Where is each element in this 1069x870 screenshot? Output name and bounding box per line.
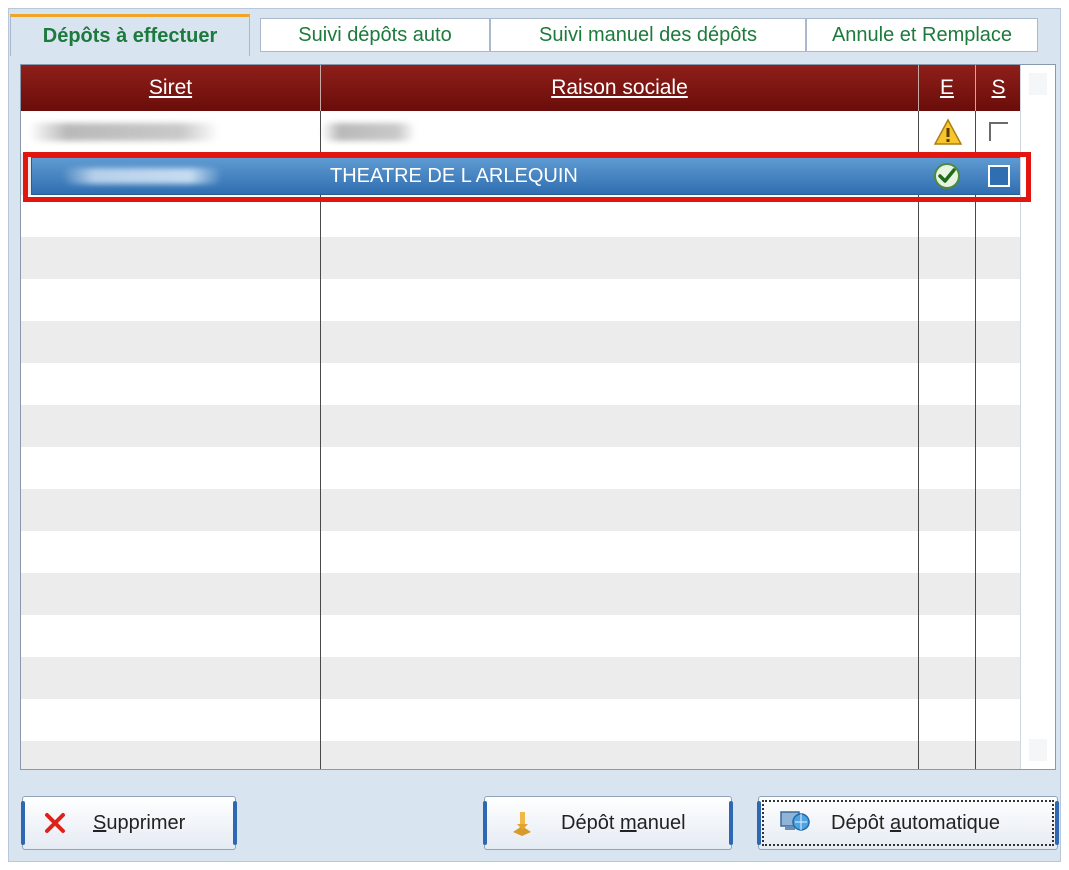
button-edge	[233, 801, 237, 845]
tab-annule-et-remplace[interactable]: Annule et Remplace	[806, 18, 1038, 52]
button-edge	[1055, 801, 1059, 845]
s-checkbox-cell[interactable]	[988, 165, 1010, 187]
check-ok-icon	[934, 163, 960, 189]
table-row[interactable]	[21, 111, 1021, 153]
table-row	[21, 531, 1021, 573]
scroll-down-arrow[interactable]	[1029, 739, 1047, 761]
label-prefix: Dépôt	[831, 811, 890, 834]
redacted-siret	[62, 168, 222, 184]
supprimer-label: Supprimer	[93, 812, 185, 835]
delete-x-icon	[45, 813, 65, 833]
tab-label: Annule et Remplace	[831, 23, 1013, 46]
column-label: Raison sociale	[551, 76, 688, 99]
checkbox-unchecked-icon[interactable]	[988, 165, 1010, 187]
column-divider	[918, 111, 919, 769]
accelerator-key: a	[889, 811, 902, 834]
table-row	[21, 489, 1021, 531]
table-row	[21, 657, 1021, 699]
button-edge	[21, 801, 25, 845]
table-row	[21, 741, 1021, 769]
button-edge	[483, 801, 487, 845]
column-header-s[interactable]: S	[976, 65, 1021, 111]
e-status-cell	[919, 111, 976, 153]
checkbox-unchecked-icon[interactable]	[988, 121, 1010, 143]
table-row-selected[interactable]: THEATRE DE L ARLEQUIN	[31, 157, 1029, 195]
tab-label: Dépôts à effectuer	[42, 25, 218, 47]
column-header-siret[interactable]: Siret	[21, 65, 321, 111]
table-row	[21, 699, 1021, 741]
column-divider	[320, 111, 321, 769]
depot-automatique-label: Dépôt automatique	[831, 812, 1000, 835]
depot-automatique-button[interactable]: Dépôt automatique	[757, 796, 1059, 850]
grid-header: Siret Raison sociale E S	[21, 65, 1021, 111]
column-divider	[975, 111, 976, 769]
table-row	[21, 321, 1021, 363]
table-row	[21, 279, 1021, 321]
column-header-e[interactable]: E	[919, 65, 976, 111]
table-row	[21, 615, 1021, 657]
tab-label: Suivi manuel des dépôts	[539, 23, 757, 46]
label-rest: utomatique	[901, 811, 1001, 834]
label-prefix: Dépôt	[561, 811, 620, 834]
tab-suivi-manuel-depots[interactable]: Suivi manuel des dépôts	[490, 18, 806, 52]
supprimer-button[interactable]: Supprimer	[21, 796, 237, 850]
column-header-raison-sociale[interactable]: Raison sociale	[321, 65, 919, 111]
redacted-siret	[29, 123, 219, 141]
table-row	[21, 237, 1021, 279]
column-label: E	[939, 76, 954, 99]
s-checkbox-cell[interactable]	[976, 111, 1021, 153]
scroll-up-arrow[interactable]	[1029, 73, 1047, 95]
column-label: S	[991, 76, 1006, 99]
label-rest: upprimer	[106, 811, 186, 834]
accelerator-key: S	[93, 811, 107, 834]
table-row	[21, 573, 1021, 615]
raison-sociale-cell: THEATRE DE L ARLEQUIN	[330, 164, 578, 187]
depot-manuel-label: Dépôt manuel	[561, 812, 686, 835]
table-row	[21, 363, 1021, 405]
table-row	[21, 195, 1021, 237]
button-edge	[729, 801, 733, 845]
table-row	[21, 447, 1021, 489]
redacted-raison-sociale	[321, 123, 416, 141]
vertical-scrollbar[interactable]	[1020, 65, 1055, 769]
tab-suivi-depots-auto[interactable]: Suivi dépôts auto	[260, 18, 490, 52]
tab-depots-a-effectuer[interactable]: Dépôts à effectuer	[10, 14, 250, 56]
label-rest: anuel	[636, 811, 686, 834]
deposits-grid[interactable]: Siret Raison sociale E S THEATRE DE L AR…	[20, 64, 1056, 770]
button-edge	[757, 801, 761, 845]
e-status-cell	[932, 161, 962, 191]
warning-icon	[933, 118, 962, 145]
network-globe-icon	[780, 811, 810, 831]
column-label: Siret	[148, 76, 193, 99]
accelerator-key: m	[619, 811, 637, 834]
manual-deposit-icon	[513, 812, 531, 836]
table-row	[21, 405, 1021, 447]
depot-manuel-button[interactable]: Dépôt manuel	[483, 796, 733, 850]
tab-label: Suivi dépôts auto	[298, 23, 452, 46]
tab-bar: Dépôts à effectuer Suivi dépôts auto Sui…	[8, 14, 1054, 56]
